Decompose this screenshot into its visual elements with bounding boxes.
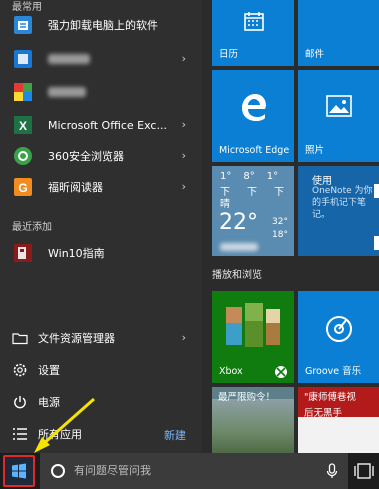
groove-music-label: Groove 音乐	[305, 366, 362, 377]
edge-icon	[242, 94, 266, 121]
calendar-label: 日历	[219, 49, 239, 60]
weather-forecast-row: 1° 8° 1°	[220, 171, 278, 182]
360-browser-icon	[12, 145, 34, 167]
forecast-high: 8°	[243, 171, 255, 182]
app-item-win10-guide[interactable]: Win10指南	[0, 238, 202, 268]
app-item-label: Win10指南	[48, 247, 105, 260]
file-explorer-label: 文件资源管理器	[38, 332, 115, 345]
groove-music-icon	[326, 316, 352, 342]
taskbar	[0, 453, 379, 489]
foxit-reader-icon: G	[12, 176, 34, 198]
news-subline-right: 后无黑手	[304, 408, 343, 419]
cortana-search-box[interactable]	[40, 453, 348, 489]
app-item-label: 360安全浏览器	[48, 150, 124, 163]
minecraft-characters-icon	[226, 303, 280, 347]
folder-icon	[12, 330, 28, 346]
app-item-uninstaller[interactable]: 强力卸载电脑上的软件	[0, 10, 202, 40]
app-item-blurred-1[interactable]: ›	[0, 44, 202, 74]
xbox-tile[interactable]: Xbox	[212, 291, 294, 383]
chevron-right-icon[interactable]: ›	[182, 52, 186, 65]
chevron-right-icon[interactable]: ›	[182, 180, 186, 193]
blue-app-icon	[12, 48, 34, 70]
recently-added-header: 最近添加	[12, 222, 52, 233]
app-item-excel[interactable]: X Microsoft Office Exc... ›	[0, 110, 202, 140]
weather-condition: 晴	[220, 199, 230, 210]
file-explorer-item[interactable]: 文件资源管理器 ›	[0, 324, 202, 352]
settings-label: 设置	[38, 364, 60, 377]
calendar-tile[interactable]: 日历	[212, 0, 294, 66]
groove-music-tile[interactable]: Groove 音乐	[298, 291, 379, 383]
live-tiles-area: 日历 邮件 Microsoft Edge 照片 1° 8° 1° 下 下 下 晴	[202, 0, 379, 453]
excel-icon: X	[12, 114, 34, 136]
weather-temp: 22°	[219, 210, 258, 235]
app-item-label: Microsoft Office Exc...	[48, 118, 167, 132]
calendar-icon	[244, 12, 264, 31]
news-headline-right: "康师傅巷视	[304, 392, 356, 403]
power-icon	[12, 394, 28, 410]
blurred-label	[48, 87, 86, 97]
svg-text:X: X	[19, 119, 27, 133]
onenote-tile[interactable]: 使用 OneNote 为你的手机记下笔记。	[298, 166, 379, 256]
colorful-app-icon	[12, 81, 34, 103]
onenote-icon	[374, 236, 379, 250]
forecast-low: 下	[274, 187, 284, 198]
edge-label: Microsoft Edge	[219, 145, 290, 156]
forecast-high: 1°	[220, 171, 232, 182]
news-tile-left[interactable]: 最严限购令！	[212, 387, 294, 453]
app-item-360-browser[interactable]: 360安全浏览器 ›	[0, 141, 202, 171]
forecast-high: 1°	[266, 171, 279, 182]
cortana-circle-icon	[51, 464, 65, 478]
microphone-icon[interactable]	[326, 463, 338, 479]
app-item-label: 强力卸载电脑上的软件	[48, 19, 158, 32]
gear-icon	[12, 362, 28, 378]
annotation-arrow-icon	[34, 397, 95, 453]
blurred-label	[48, 54, 90, 64]
chevron-right-icon[interactable]: ›	[182, 331, 186, 344]
onenote-text: OneNote 为你的手机记下笔记。	[312, 186, 373, 220]
start-button[interactable]	[3, 455, 35, 487]
new-badge[interactable]: 新建	[164, 427, 186, 443]
mail-label: 邮件	[305, 49, 325, 60]
edge-tile[interactable]: Microsoft Edge	[212, 70, 294, 162]
win10-guide-icon	[12, 242, 34, 264]
blurred-city	[220, 243, 258, 251]
onenote-icon	[374, 184, 379, 198]
chevron-right-icon[interactable]: ›	[182, 149, 186, 162]
photos-tile[interactable]: 照片	[298, 70, 379, 162]
app-item-blurred-2[interactable]	[0, 77, 202, 107]
xbox-label: Xbox	[219, 366, 243, 377]
weather-high: 32°	[272, 217, 288, 227]
forecast-low: 下	[247, 187, 257, 198]
app-item-foxit-reader[interactable]: G 福昕阅读器 ›	[0, 172, 202, 202]
app-item-label: 福昕阅读器	[48, 181, 103, 194]
chevron-right-icon[interactable]: ›	[182, 118, 186, 131]
search-input[interactable]	[74, 465, 294, 477]
windows-logo-icon	[12, 463, 26, 479]
news-image	[212, 399, 294, 453]
mail-tile[interactable]: 邮件	[298, 0, 379, 66]
settings-item[interactable]: 设置	[0, 356, 202, 384]
photos-label: 照片	[305, 145, 325, 156]
uninstall-tool-icon	[12, 14, 34, 36]
task-view-icon[interactable]	[354, 462, 374, 480]
weather-low: 18°	[272, 230, 288, 240]
weather-tile[interactable]: 1° 8° 1° 下 下 下 晴 22° 32° 18°	[212, 166, 294, 256]
svg-text:G: G	[18, 181, 27, 195]
news-tile-right[interactable]: "康师傅巷视 后无黑手	[298, 387, 379, 453]
news-headline-left: 最严限购令！	[218, 392, 276, 403]
photo-icon	[326, 95, 352, 117]
xbox-icon	[275, 366, 287, 378]
play-browse-group-label: 播放和浏览	[212, 270, 262, 281]
list-icon	[12, 426, 28, 442]
start-menu-app-list: 最常用 强力卸载电脑上的软件 › X Microsoft Office Exc.…	[0, 0, 202, 453]
